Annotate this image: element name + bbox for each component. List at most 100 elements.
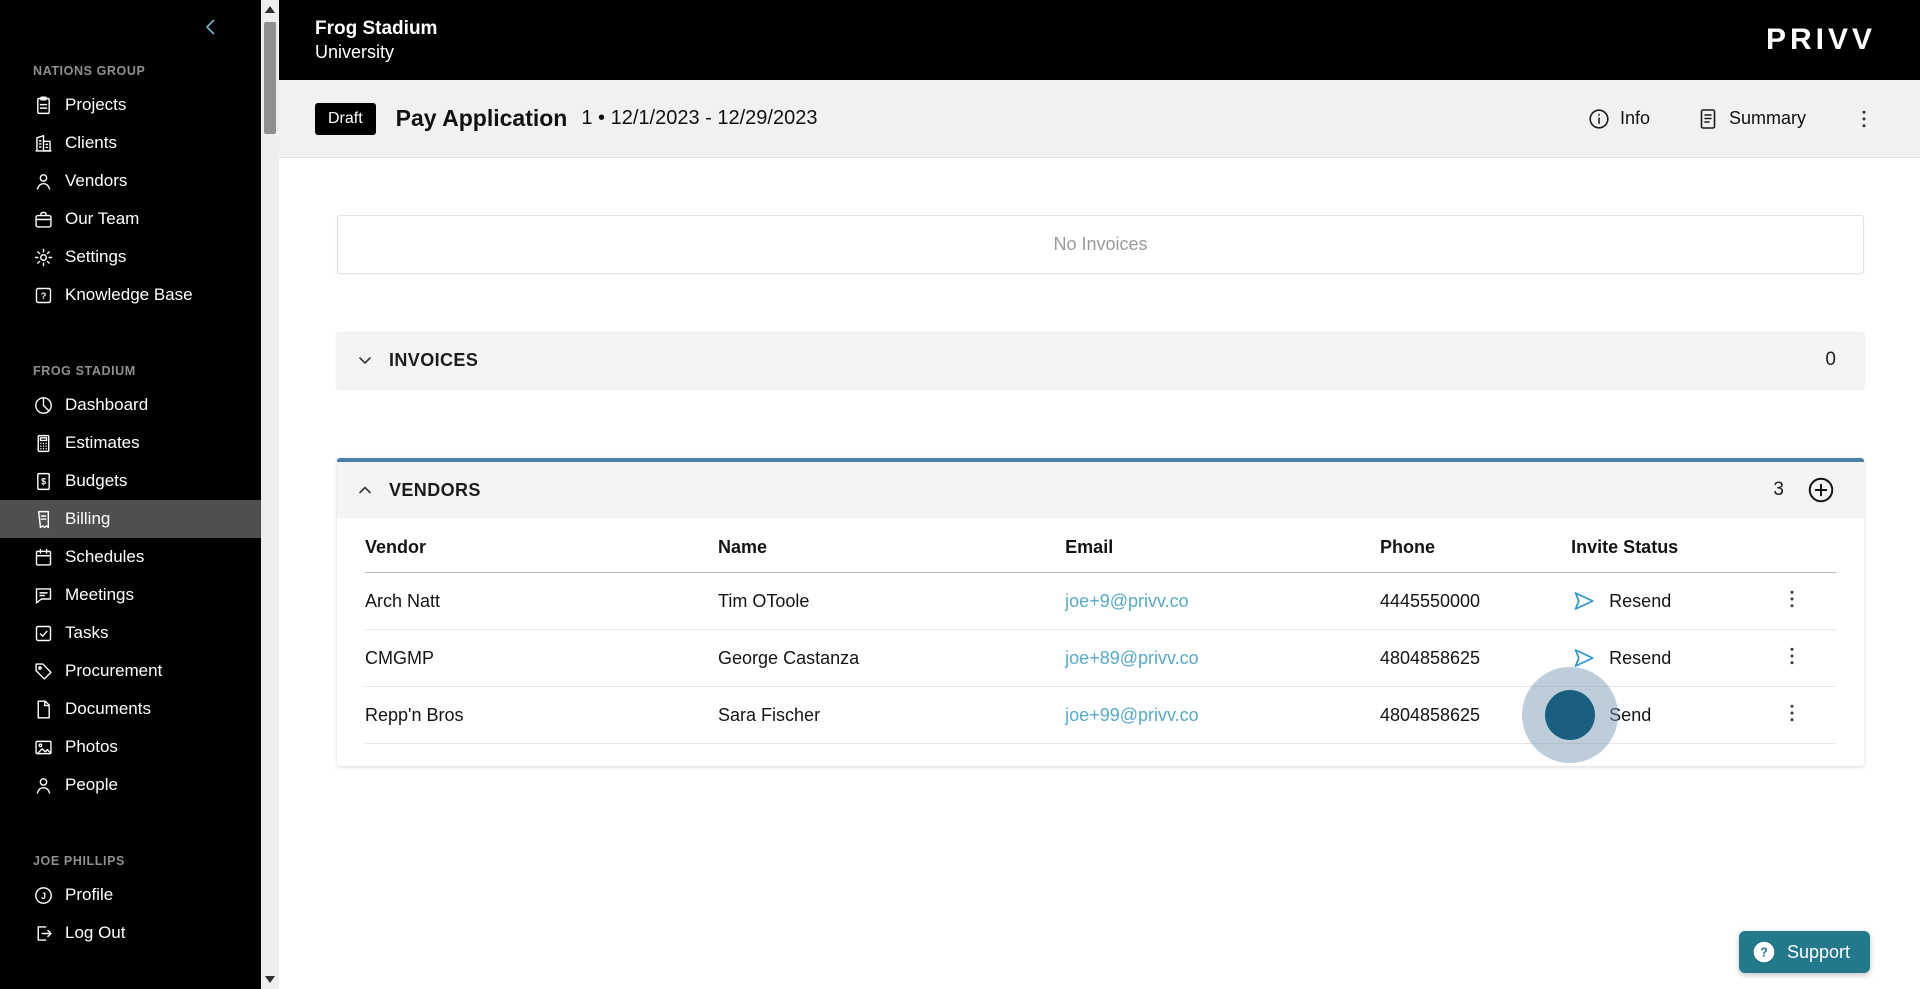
vendor-cell: Repp'n Bros [365,686,719,744]
sidebar-item-label: Projects [65,95,127,114]
row-menu-icon[interactable] [1780,644,1804,668]
page-meta: 1 • 12/1/2023 - 12/29/2023 [581,107,818,129]
procurement-icon [33,661,54,682]
sidebar-item-label: Our Team [65,209,140,228]
sidebar-item-projects[interactable]: Projects [0,86,261,124]
invoices-section-header[interactable]: INVOICES 0 [337,332,1864,388]
email-cell: joe+99@privv.co [1065,686,1380,744]
email-cell: joe+9@privv.co [1065,572,1380,630]
invite-action-label: Send [1609,704,1652,725]
knowledge-base-icon: ? [33,285,54,306]
vendors-section-header[interactable]: VENDORS 3 [337,462,1864,518]
overflow-menu-icon[interactable] [1852,107,1876,131]
send-icon[interactable] [1571,588,1597,614]
sidebar-item-tasks[interactable]: Tasks [0,614,261,652]
sidebar-item-our-team[interactable]: Our Team [0,200,261,238]
column-header-vendor: Vendor [365,518,719,573]
collapse-sidebar-icon[interactable] [199,15,223,39]
sidebar-item-knowledge-base[interactable]: ? Knowledge Base [0,276,261,314]
sidebar-item-people[interactable]: People [0,766,261,804]
send-invite-button[interactable]: Send [1571,702,1780,728]
sidebar-collapse-row [0,0,261,54]
sidebar-item-estimates[interactable]: Estimates [0,424,261,462]
invite-status-cell: Send [1571,686,1781,744]
settings-icon [33,247,54,268]
sidebar-item-clients[interactable]: Clients [0,124,261,162]
sidebar-item-profile[interactable]: J Profile [0,876,261,914]
column-header-email: Email [1065,518,1380,573]
vendor-cell: Arch Natt [365,572,719,630]
sidebar-item-label: Settings [65,247,127,266]
scrollbar-thumb[interactable] [264,22,276,134]
tasks-icon [33,623,54,644]
row-actions-cell [1780,572,1836,630]
sidebar-item-dashboard[interactable]: Dashboard [0,386,261,424]
photos-icon [33,737,54,758]
send-icon[interactable] [1571,702,1597,728]
logout-icon [33,923,54,944]
email-link[interactable]: joe+89@privv.co [1065,648,1199,668]
row-actions-cell [1780,629,1836,687]
vendor-cell: CMGMP [365,629,719,687]
resend-invite-button[interactable]: Resend [1571,588,1780,614]
sidebar-item-vendors[interactable]: Vendors [0,162,261,200]
project-subtitle: University [315,41,395,62]
sidebar-item-label: Knowledge Base [65,285,193,304]
status-badge: Draft [315,102,376,135]
sidebar-item-label: Log Out [65,923,126,942]
name-cell: Sara Fischer [718,686,1066,744]
sidebar-item-meetings[interactable]: Meetings [0,576,261,614]
projects-icon [33,95,54,116]
chevron-down-icon[interactable] [353,348,377,372]
support-button[interactable]: ? Support [1738,931,1870,973]
vendors-section-label: VENDORS [389,479,481,500]
sidebar-item-label: Estimates [65,433,140,452]
sidebar-item-photos[interactable]: Photos [0,728,261,766]
invite-status-cell: Resend [1571,629,1781,687]
sidebar-item-log-out[interactable]: Log Out [0,914,261,952]
resend-invite-button[interactable]: Resend [1571,645,1780,671]
sidebar-item-label: Dashboard [65,395,149,414]
name-cell: Tim OToole [718,572,1066,630]
column-header-actions [1780,518,1836,573]
vendors-count: 3 [1773,479,1784,500]
row-menu-icon[interactable] [1780,701,1804,725]
sidebar-item-procurement[interactable]: Procurement [0,652,261,690]
email-link[interactable]: joe+9@privv.co [1065,591,1189,611]
scroll-down-arrow-icon[interactable] [265,976,275,983]
add-vendor-button[interactable] [1806,475,1836,505]
scrollbar-track[interactable] [261,0,279,989]
chevron-up-icon[interactable] [353,478,377,502]
documents-icon [33,699,54,720]
row-menu-icon[interactable] [1780,587,1804,611]
sidebar-item-schedules[interactable]: Schedules [0,538,261,576]
info-button[interactable]: Info [1587,107,1650,131]
project-name: Frog Stadium [315,17,438,39]
sidebar-item-label: Photos [65,737,118,756]
invite-action-label: Resend [1609,590,1672,611]
sidebar-item-settings[interactable]: Settings [0,238,261,276]
sidebar-item-documents[interactable]: Documents [0,690,261,728]
sidebar-item-budgets[interactable]: $ Budgets [0,462,261,500]
toolbar-actions: Info Summary [1587,107,1876,131]
email-link[interactable]: joe+99@privv.co [1065,705,1199,725]
support-label: Support [1786,941,1850,962]
svg-text:J: J [41,890,46,900]
main-area: Frog Stadium University PRIVV Draft Pay … [279,0,1920,989]
profile-icon: J [33,885,54,906]
summary-button[interactable]: Summary [1696,107,1806,131]
scroll-up-arrow-icon[interactable] [265,6,275,13]
vendors-section: VENDORS 3 Vendor Name Email Phone Invite… [337,458,1864,766]
sidebar-item-billing[interactable]: Billing [0,500,261,538]
clients-icon [33,133,54,154]
vendors-icon [33,171,54,192]
project-title-block: Frog Stadium University [315,18,437,63]
invite-action-label: Resend [1609,647,1672,668]
sidebar-item-label: Schedules [65,547,145,566]
no-invoices-card: No Invoices [337,215,1864,274]
info-label: Info [1619,108,1650,128]
send-icon[interactable] [1571,645,1597,671]
svg-text:?: ? [1760,945,1768,959]
table-row: Arch Natt Tim OToole joe+9@privv.co 4445… [365,572,1836,630]
meetings-icon [33,585,54,606]
